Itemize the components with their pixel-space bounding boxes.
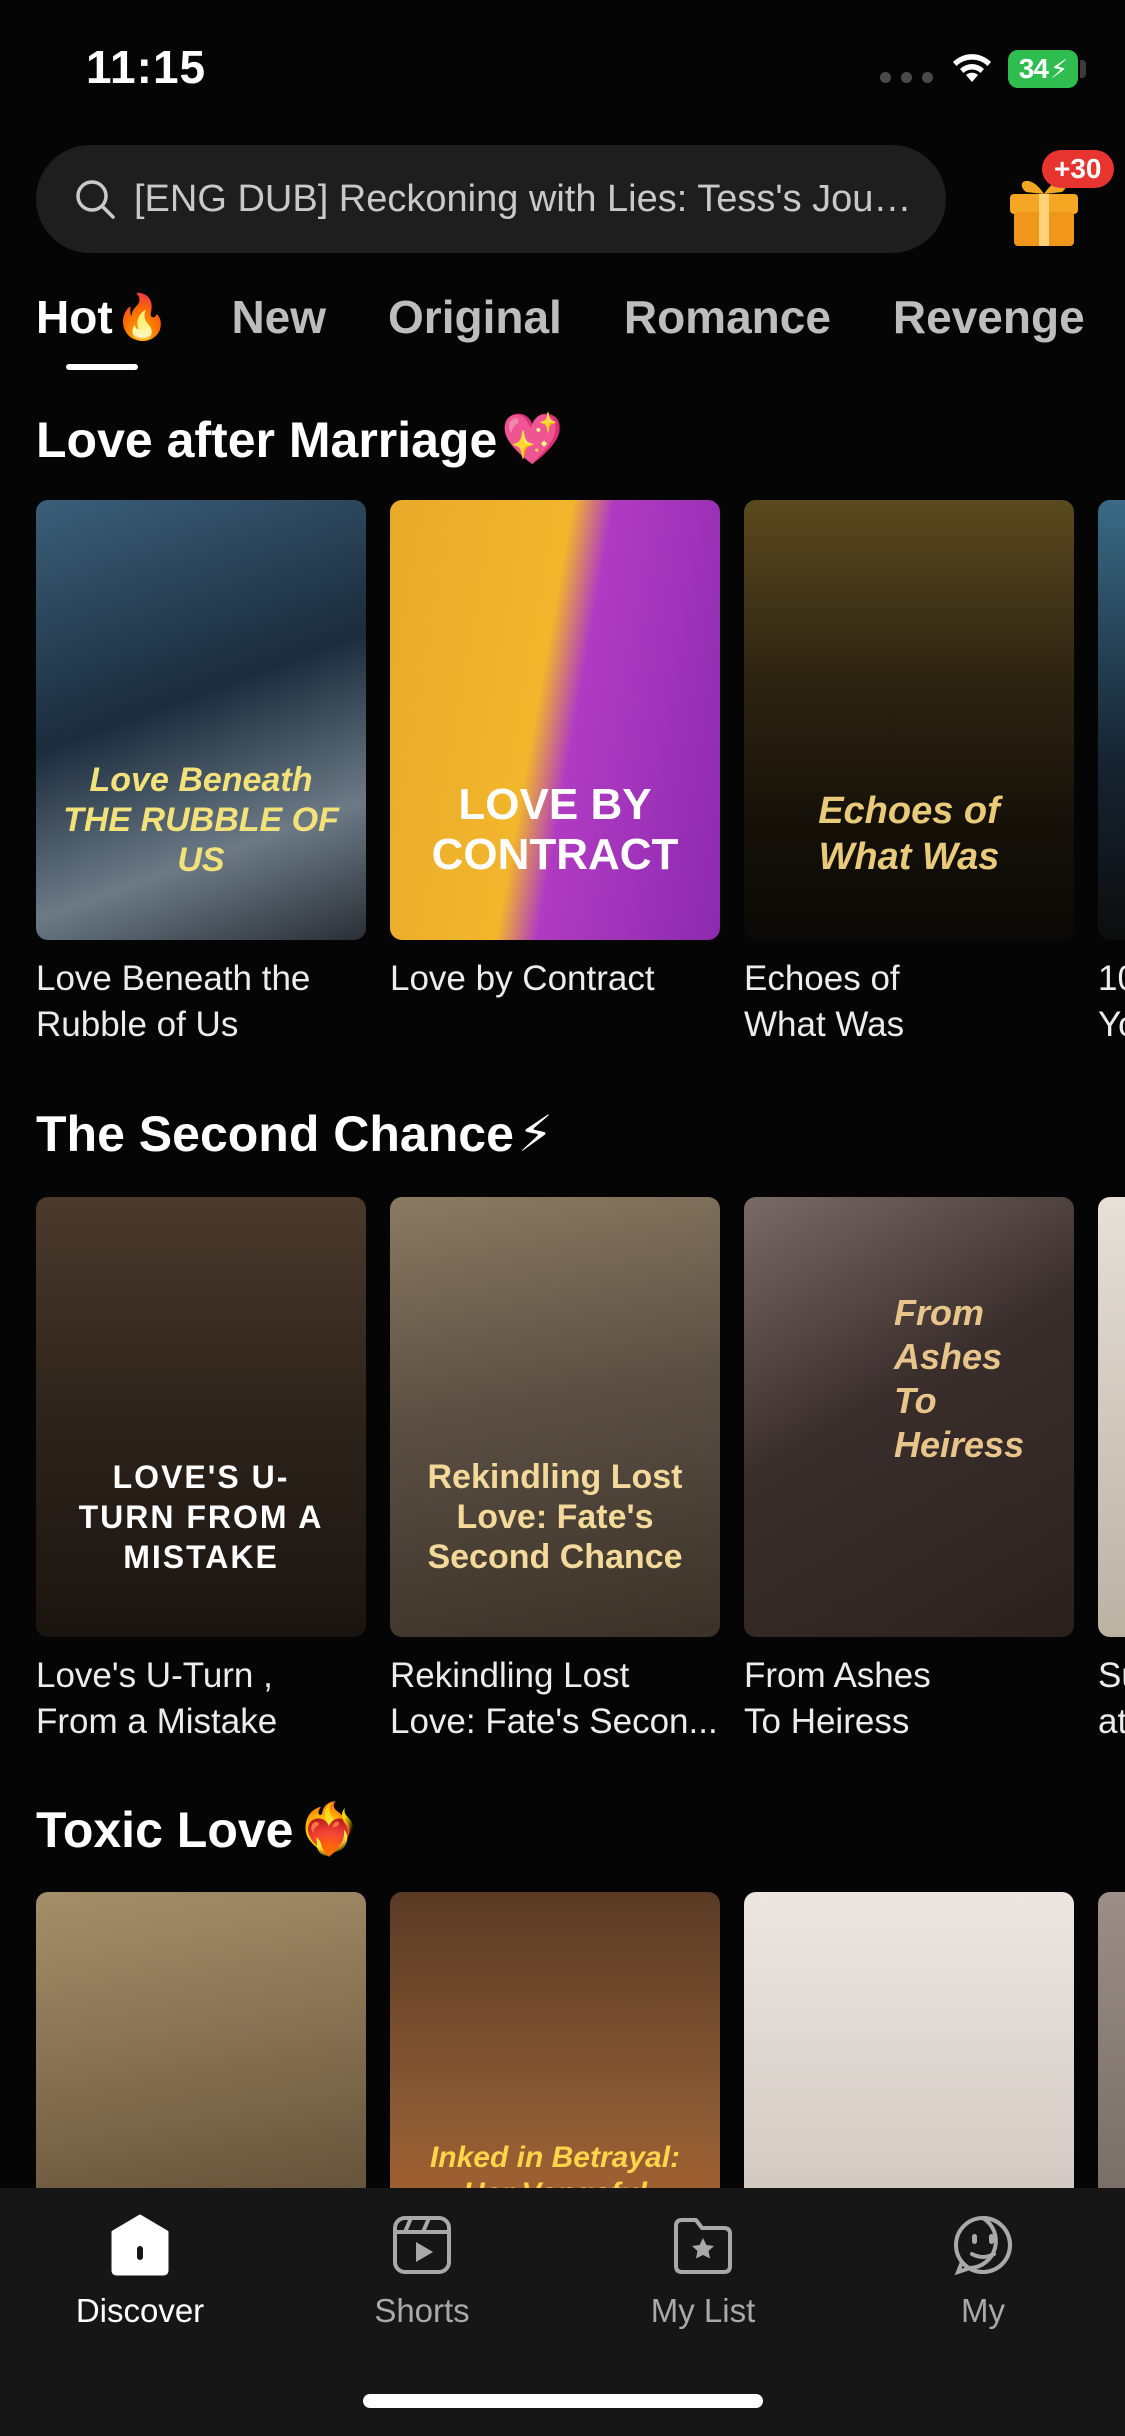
profile-icon (954, 2216, 1012, 2276)
nav-label: Discover (75, 2292, 205, 2329)
search-icon (76, 180, 115, 219)
tab-romance[interactable]: Romance (624, 290, 831, 344)
battery-indicator: 34 ⚡ (1008, 50, 1078, 88)
nav-shorts[interactable]: Shorts (312, 2212, 532, 2330)
poster-image (1098, 500, 1125, 940)
drama-row: Love Beneath THE RUBBLE OF US Love Benea… (36, 500, 1125, 1060)
nav-discover[interactable]: Discover (30, 2212, 250, 2330)
nav-my[interactable]: My (873, 2212, 1093, 2330)
poster-image: Love Beneath THE RUBBLE OF US (36, 500, 366, 940)
reward-badge: +30 (1042, 150, 1114, 188)
card-title-line: To Heiress (744, 1702, 910, 1741)
card-title-line: From a Mistake (36, 1702, 278, 1741)
search-bar[interactable]: [ENG DUB] Reckoning with Lies: Tess's Jo… (36, 145, 946, 253)
status-bar: 11:15 34 ⚡ (0, 0, 1125, 135)
card-title: 10 Yo (1098, 956, 1125, 1048)
fire-icon: 🔥 (114, 293, 170, 342)
status-time: 11:15 (86, 41, 207, 93)
card-title: Love Beneath the Rubble of Us (36, 956, 366, 1048)
poster-caption: Love Beneath THE RUBBLE OF US (63, 761, 339, 879)
tab-hot[interactable]: Hot 🔥 (36, 290, 170, 370)
card-title-line: at (1098, 1702, 1125, 1741)
poster-image: LOVE BY CONTRACT (390, 500, 720, 940)
card-title: Rekindling Lost Love: Fate's Secon... (390, 1653, 720, 1745)
card-title: Love's U-Turn , From a Mistake (36, 1653, 366, 1745)
poster-image: Rekindling Lost Love: Fate's Second Chan… (390, 1197, 720, 1637)
card-title-line: Love's U-Turn , (36, 1656, 273, 1695)
lightning-icon: ⚡ (517, 1106, 553, 1162)
card-title: Su at (1098, 1653, 1125, 1745)
shorts-icon (393, 2216, 451, 2274)
card-title-line: Love: Fate's Secon... (390, 1702, 718, 1741)
card-title-line: 10 (1098, 959, 1125, 998)
card-title-line: From Ashes (744, 1656, 931, 1695)
card-title-line: Su (1098, 1656, 1125, 1695)
tab-hot-label: Hot (36, 291, 113, 343)
drama-card[interactable]: 10 Yo (1098, 500, 1125, 1048)
search-input[interactable]: [ENG DUB] Reckoning with Lies: Tess's Jo… (134, 178, 914, 221)
drama-card[interactable]: From Ashes To Heiress From Ashes To Heir… (744, 1197, 1074, 1745)
poster-image (1098, 1197, 1125, 1637)
drama-card[interactable]: Rekindling Lost Love: Fate's Second Chan… (390, 1197, 720, 1745)
poster-image: Echoes of What Was (744, 500, 1074, 940)
discover-icon (111, 2214, 169, 2276)
poster-caption: From Ashes To Heiress (894, 1292, 1025, 1465)
nav-label: Shorts (374, 2292, 470, 2329)
drama-card[interactable]: Echoes of What Was Echoes of What Was (744, 500, 1074, 1048)
poster-image: LOVE'S U-TURN FROM A MISTAKE (36, 1197, 366, 1637)
poster-caption: LOVE'S U-TURN FROM A MISTAKE (78, 1459, 324, 1575)
my-list-icon (674, 2218, 732, 2274)
tab-revenge[interactable]: Revenge (893, 290, 1085, 344)
battery-level: 34 (1018, 53, 1049, 84)
tab-new[interactable]: New (231, 290, 326, 344)
nav-label: My List (650, 2292, 756, 2329)
discover-screen: 11:15 34 ⚡ [ENG DUB] Reckoning with Lies:… (0, 0, 1125, 2436)
section-title-text: Love after Marriage (36, 411, 498, 468)
card-title-line: What Was (744, 1005, 905, 1044)
section-title: The Second Chance ⚡ (36, 1105, 553, 1163)
poster-caption: Echoes of What Was (818, 790, 1000, 878)
category-tabs: Hot 🔥 New Original Romance Revenge (36, 290, 1125, 370)
poster-caption: LOVE BY CONTRACT (431, 780, 679, 879)
drama-card[interactable]: Love Beneath THE RUBBLE OF US Love Benea… (36, 500, 366, 1048)
card-title: Echoes of What Was (744, 956, 1074, 1048)
section-title-text: The Second Chance (36, 1106, 514, 1162)
card-title-line: Yo (1098, 1005, 1125, 1044)
section-title: Toxic Love ❤️‍🔥 (36, 1800, 360, 1859)
card-title-line: Love by Contract (390, 959, 655, 998)
poster-image: From Ashes To Heiress (744, 1197, 1074, 1637)
drama-card[interactable]: Su at (1098, 1197, 1125, 1745)
drama-row: LOVE'S U-TURN FROM A MISTAKE Love's U-Tu… (36, 1197, 1125, 1757)
card-title-line: Love Beneath the (36, 959, 311, 998)
signal-icon (880, 72, 933, 83)
nav-my-list[interactable]: My List (593, 2212, 813, 2330)
heart-on-fire-icon: ❤️‍🔥 (297, 1801, 360, 1857)
heart-icon: 💖 (501, 411, 564, 467)
card-title: From Ashes To Heiress (744, 1653, 1074, 1745)
drama-card[interactable]: LOVE'S U-TURN FROM A MISTAKE Love's U-Tu… (36, 1197, 366, 1745)
nav-label: My (961, 2292, 1005, 2329)
tab-original[interactable]: Original (388, 290, 562, 344)
section-title: Love after Marriage 💖 (36, 410, 564, 469)
card-title: Love by Contract (390, 956, 720, 1002)
poster-caption: Rekindling Lost Love: Fate's Second Chan… (427, 1458, 683, 1576)
home-indicator[interactable] (363, 2394, 763, 2408)
drama-card[interactable]: LOVE BY CONTRACT Love by Contract (390, 500, 720, 1002)
card-title-line: Rekindling Lost (390, 1656, 630, 1695)
battery-tip (1080, 60, 1086, 78)
card-title-line: Rubble of Us (36, 1005, 239, 1044)
wifi-icon (953, 54, 991, 82)
section-title-text: Toxic Love (36, 1801, 294, 1858)
card-title-line: Echoes of (744, 959, 900, 998)
